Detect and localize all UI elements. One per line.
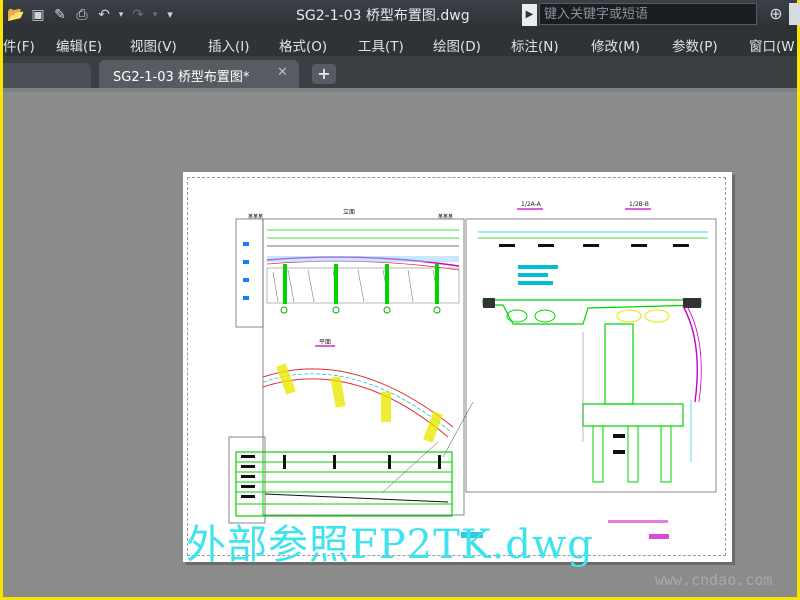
plan-view: 平面 [262,339,474,493]
xref-label: 外部参照FP2TK.dwg [186,522,594,568]
customize-dropdown-icon[interactable]: ▾ [161,5,179,25]
help-edge[interactable] [789,3,800,25]
elevation-view: 立面 某某某 某某某 [243,208,460,314]
save-as-icon[interactable]: ✎ [49,5,71,25]
add-tab-button[interactable]: + [312,64,336,84]
tab-drawing-label: SG2-1-03 桥型布置图* [113,70,250,85]
menu-dimension[interactable]: 标注(N) [511,35,559,55]
search-input[interactable]: 键入关键字或短语 [539,3,757,25]
data-table [235,451,453,517]
redo-dropdown-icon[interactable]: ▾ [149,5,161,25]
watermark-text: www.cndao.com [655,571,773,589]
redo-icon[interactable]: ↷ [127,5,149,25]
menu-format[interactable]: 格式(O) [279,35,327,55]
menu-modify[interactable]: 修改(M) [591,35,640,55]
workspace-top-strip [3,88,797,92]
undo-dropdown-icon[interactable]: ▾ [115,5,127,25]
window-title: SG2-1-03 桥型布置图.dwg [296,8,470,24]
tab-drawing[interactable]: SG2-1-03 桥型布置图* ✕ [99,60,299,88]
menu-parameters[interactable]: 参数(P) [672,35,718,55]
svg-text:1/2B-B: 1/2B-B [629,201,649,208]
menu-window[interactable]: 窗口(W [749,35,795,55]
menu-bar: 件(F) 编辑(E) 视图(V) 插入(I) 格式(O) 工具(T) 绘图(D)… [3,30,797,56]
cross-section-view: 1/2A-A 1/2B-B [478,201,708,483]
open-icon[interactable]: 📂 [5,5,27,25]
menu-file[interactable]: 件(F) [3,35,35,55]
svg-text:某某某: 某某某 [248,214,263,220]
start-tab[interactable] [3,63,91,88]
menu-draw[interactable]: 绘图(D) [433,35,481,55]
print-icon[interactable]: ⎙ [71,5,93,25]
menu-tools[interactable]: 工具(T) [358,35,404,55]
save-icon[interactable]: ▣ [27,5,49,25]
title-bar: 📂 ▣ ✎ ⎙ ↶ ▾ ↷ ▾ ▾ SG2-1-03 桥型布置图.dwg ▶ 键… [3,0,800,30]
drawing-frames [228,218,717,524]
menu-insert[interactable]: 插入(I) [208,35,250,55]
quick-access-toolbar: 📂 ▣ ✎ ⎙ ↶ ▾ ↷ ▾ ▾ [5,4,179,26]
undo-icon[interactable]: ↶ [93,5,115,25]
close-icon[interactable]: ✕ [277,65,288,80]
menu-edit[interactable]: 编辑(E) [56,35,102,55]
svg-text:1/2A-A: 1/2A-A [521,201,542,208]
file-tab-bar: SG2-1-03 桥型布置图* ✕ + [3,56,797,88]
svg-text:某某某: 某某某 [438,214,453,220]
search-expand-arrow-icon[interactable]: ▶ [522,4,537,26]
menu-view[interactable]: 视图(V) [130,35,177,55]
binoculars-search-icon[interactable]: ⊕ [765,3,787,25]
svg-text:立面: 立面 [343,208,355,216]
cad-drawing[interactable]: 立面 某某某 某某某 平面 1/2A-A 1/2B-B [183,172,732,562]
svg-text:平面: 平面 [319,339,331,346]
